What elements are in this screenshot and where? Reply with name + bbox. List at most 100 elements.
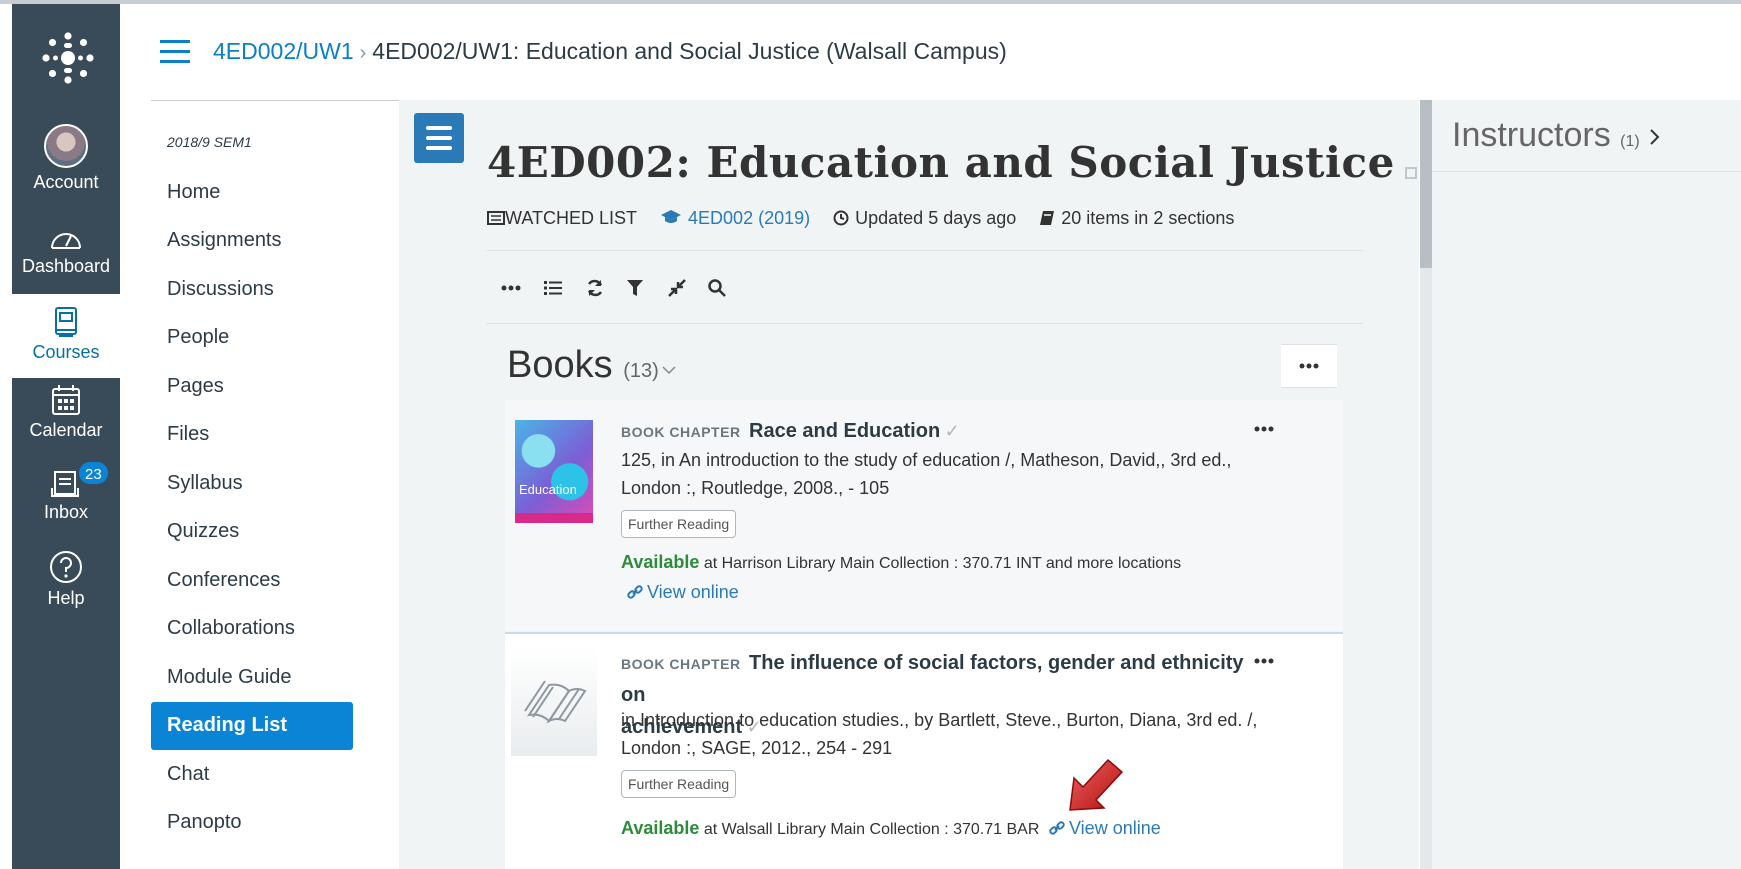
course-nav-module-guide[interactable]: Module Guide — [167, 666, 292, 689]
importance-tag: Further Reading — [621, 510, 737, 538]
check-icon: ✓ — [944, 421, 960, 441]
list-title: 4ED002: Education and Social Justice — [487, 138, 1417, 187]
course-menu-toggle[interactable] — [160, 40, 190, 64]
section-more-button[interactable] — [1281, 344, 1337, 388]
course-nav-chat[interactable]: Chat — [167, 763, 209, 786]
view-online-link[interactable]: View online — [627, 582, 739, 603]
view-online-text: View online — [647, 582, 739, 602]
nav-inbox-label: Inbox — [43, 502, 89, 522]
course-nav-reading-list[interactable]: Reading List — [151, 702, 353, 750]
avatar — [44, 124, 88, 168]
list-meta: WATCHED LIST 4ED002 (2019) Updated 5 day… — [487, 208, 1252, 229]
course-nav-conferences[interactable]: Conferences — [167, 569, 280, 592]
instructors-header[interactable]: Instructors (1) — [1432, 100, 1741, 172]
updated-info: Updated 5 days ago — [833, 208, 1016, 228]
menu-line — [426, 136, 452, 140]
list-icon — [487, 211, 505, 225]
nav-calendar[interactable]: Calendar — [12, 384, 120, 441]
instructors-title: Instructors — [1452, 116, 1611, 154]
course-nav-assignments[interactable]: Assignments — [167, 229, 282, 252]
nav-dashboard-label: Dashboard — [21, 256, 111, 276]
collapse-icon[interactable] — [665, 276, 689, 300]
menu-line — [426, 126, 452, 130]
item-type: BOOK CHAPTER — [621, 656, 741, 672]
nav-dashboard[interactable]: Dashboard — [12, 226, 120, 277]
view-online-text: View online — [1069, 818, 1161, 838]
citation-line: London :, Routledge, 2008., - 105 — [621, 478, 890, 498]
breadcrumb-current: 4ED002/UW1: Education and Social Justice… — [372, 38, 1007, 64]
course-nav-collaborations[interactable]: Collaborations — [167, 617, 295, 640]
term-label: 2018/9 SEM1 — [167, 134, 252, 150]
nav-help[interactable]: Help — [12, 550, 120, 609]
list-view-icon[interactable] — [541, 276, 565, 300]
course-nav-discussions[interactable]: Discussions — [167, 278, 274, 301]
book-placeholder-image[interactable] — [511, 648, 597, 756]
updated-text: Updated 5 days ago — [855, 208, 1017, 228]
refresh-icon[interactable] — [583, 276, 607, 300]
global-nav: Account Dashboard Courses Calendar 23 In… — [12, 4, 120, 869]
list-title-text: 4ED002: Education and Social Justice — [487, 138, 1395, 187]
section-count: (13) — [623, 360, 659, 382]
nav-account-label: Account — [33, 172, 99, 192]
item-citation: in Introduction to education studies., b… — [621, 706, 1257, 762]
citation-line: 125, in An introduction to the study of … — [621, 450, 1232, 470]
section-title: Books — [507, 344, 613, 386]
instructors-label: Instructors (1) — [1452, 116, 1661, 155]
item-more-icon[interactable] — [1251, 422, 1277, 436]
course-nav-quizzes[interactable]: Quizzes — [167, 520, 239, 543]
nav-account[interactable]: Account — [12, 124, 120, 193]
availability: Available at Walsall Library Main Collec… — [621, 818, 1039, 839]
dashboard-icon — [51, 233, 81, 249]
module-link[interactable]: 4ED002 (2019) — [660, 208, 810, 228]
course-nav-pages[interactable]: Pages — [167, 375, 224, 398]
book-cover-text: Education — [519, 482, 577, 497]
item-citation: 125, in An introduction to the study of … — [621, 446, 1231, 502]
search-icon[interactable] — [705, 276, 729, 300]
filter-icon[interactable] — [623, 276, 647, 300]
item-heading: BOOK CHAPTER Race and Education ✓ — [621, 420, 960, 443]
reading-list-menu-button[interactable] — [414, 113, 464, 163]
copy-icon[interactable] — [1404, 167, 1417, 179]
course-nav-people[interactable]: People — [167, 326, 229, 349]
citation-line: in Introduction to education studies., b… — [621, 710, 1258, 730]
watched-list-label: WATCHED LIST — [505, 208, 638, 228]
citation-line: London :, SAGE, 2012., 254 - 291 — [621, 738, 893, 758]
view-online-link[interactable]: View online — [1049, 818, 1161, 839]
breadcrumb-course-link[interactable]: 4ED002/UW1 — [213, 38, 354, 64]
canvas-logo-icon[interactable] — [40, 30, 96, 86]
breadcrumb-separator: › — [359, 42, 367, 64]
nav-courses-label: Courses — [32, 342, 100, 362]
link-icon — [1049, 821, 1065, 835]
scrollbar-thumb[interactable] — [1420, 100, 1432, 268]
course-nav-panopto[interactable]: Panopto — [167, 811, 242, 834]
more-actions-icon[interactable] — [499, 276, 523, 300]
reading-list-content: 4ED002: Education and Social Justice WAT… — [399, 100, 1419, 869]
section-books-heading[interactable]: Books (13) — [507, 344, 677, 387]
watched-list[interactable]: WATCHED LIST — [487, 208, 637, 228]
courses-icon — [55, 307, 77, 337]
course-nav-syllabus[interactable]: Syllabus — [167, 472, 243, 495]
book-icon — [1040, 211, 1055, 225]
menu-line — [426, 146, 452, 150]
right-panel: Instructors (1) — [1432, 100, 1741, 869]
course-nav-files[interactable]: Files — [167, 423, 209, 446]
divider — [487, 250, 1363, 251]
top-border — [0, 0, 1741, 4]
availability-location: at Walsall Library Main Collection : 370… — [703, 821, 1040, 838]
list-item: Education BOOK CHAPTER Race and Educatio… — [505, 400, 1343, 631]
link-icon — [627, 585, 643, 599]
course-nav: 2018/9 SEM1 Home Assignments Discussions… — [151, 100, 399, 869]
book-cover-image[interactable]: Education — [515, 420, 593, 523]
scrollbar[interactable] — [1420, 100, 1432, 869]
nav-inbox[interactable]: 23 Inbox — [12, 460, 120, 523]
item-title[interactable]: Race and Education — [749, 420, 940, 442]
course-nav-home[interactable]: Home — [167, 181, 220, 204]
nav-courses[interactable]: Courses — [12, 294, 120, 378]
graduation-cap-icon — [661, 210, 682, 223]
item-more-icon[interactable] — [1251, 654, 1277, 668]
clock-icon — [833, 210, 849, 226]
breadcrumb: 4ED002/UW1 › 4ED002/UW1: Education and Soc… — [213, 38, 1007, 65]
chevron-right-icon — [1650, 129, 1660, 145]
items-text: 20 items in 2 sections — [1061, 208, 1235, 228]
divider — [487, 323, 1363, 324]
